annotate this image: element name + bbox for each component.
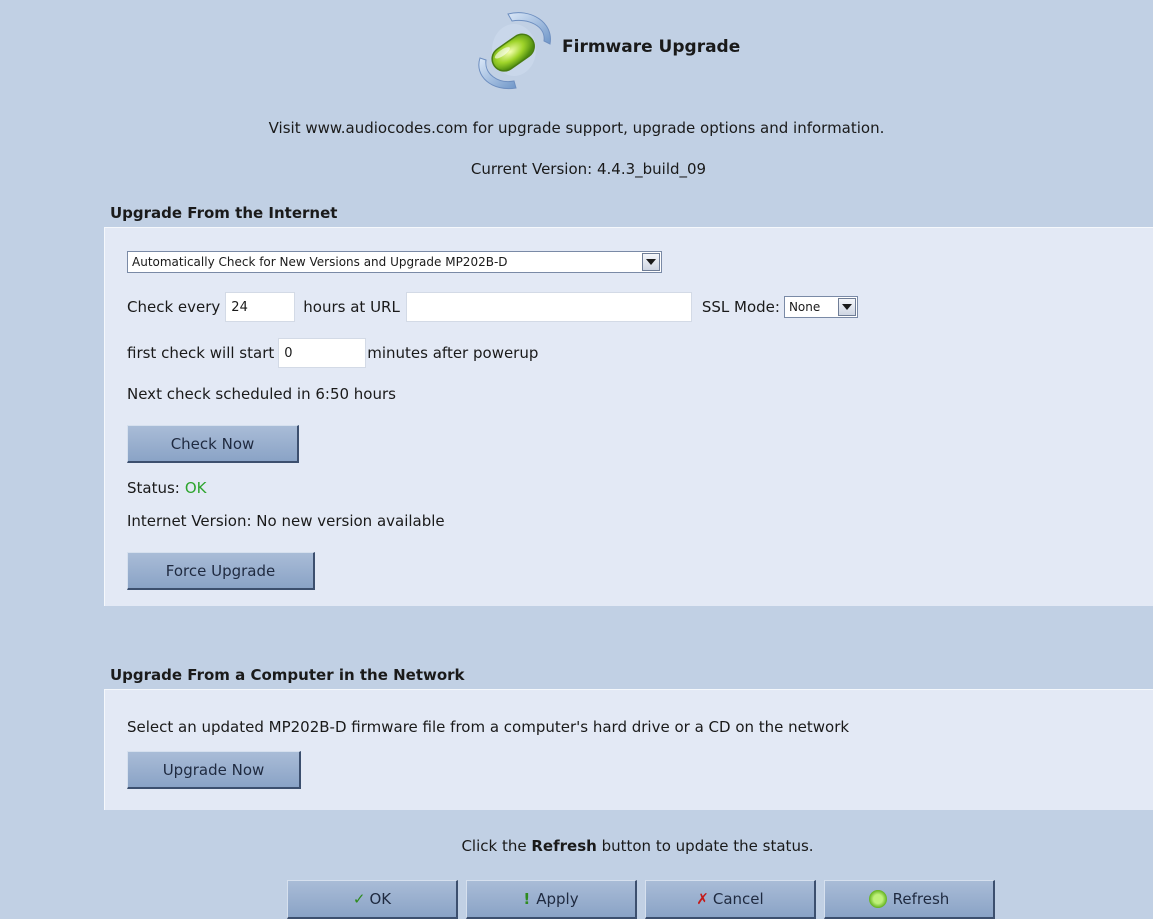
internet-upgrade-panel: Automatically Check for New Versions and…: [104, 227, 1153, 606]
first-check-label: first check will start: [127, 344, 275, 362]
ssl-mode-label: SSL Mode:: [701, 298, 780, 316]
refresh-hint: Click the Refresh button to update the s…: [61, 837, 1153, 855]
chevron-down-icon[interactable]: [642, 253, 660, 271]
firmware-upgrade-icon: [468, 8, 560, 92]
upgrade-mode-value: Automatically Check for New Versions and…: [132, 255, 508, 269]
check-now-button[interactable]: Check Now: [127, 425, 299, 463]
refresh-hint-suffix: button to update the status.: [601, 837, 814, 855]
current-version: Current Version: 4.4.3_build_09: [470, 160, 707, 178]
refresh-label: Refresh: [892, 890, 950, 908]
network-description: Select an updated MP202B-D firmware file…: [127, 718, 850, 736]
first-check-input[interactable]: 0: [278, 338, 367, 368]
status-label: Status:: [127, 479, 180, 497]
ok-label: OK: [369, 890, 392, 908]
url-input[interactable]: [405, 292, 692, 322]
section-title-internet: Upgrade From the Internet: [110, 204, 338, 222]
refresh-button[interactable]: Refresh: [824, 880, 995, 919]
chevron-down-icon[interactable]: [837, 298, 856, 316]
page-header: Firmware Upgrade: [468, 8, 740, 92]
ssl-mode-select[interactable]: None: [783, 296, 858, 318]
cancel-label: Cancel: [712, 890, 764, 908]
cancel-button[interactable]: ✗ Cancel: [645, 880, 816, 919]
upgrade-mode-select[interactable]: Automatically Check for New Versions and…: [127, 251, 662, 273]
exclamation-icon: !: [523, 890, 531, 908]
page-title: Firmware Upgrade: [562, 37, 741, 57]
apply-label: Apply: [536, 890, 579, 908]
section-title-network: Upgrade From a Computer in the Network: [110, 666, 465, 684]
status-badge: OK: [184, 479, 207, 497]
next-check-text: Next check scheduled in 6:50 hours: [127, 385, 396, 403]
refresh-icon: [868, 890, 887, 908]
refresh-hint-bold: Refresh: [531, 837, 597, 855]
checkmark-icon: ✓: [352, 890, 366, 908]
check-every-label: Check every: [127, 298, 221, 316]
internet-version-text: Internet Version: No new version availab…: [127, 512, 445, 530]
check-every-input[interactable]: 24: [225, 292, 296, 322]
ssl-mode-value: None: [788, 300, 821, 314]
ok-button[interactable]: ✓ OK: [287, 880, 458, 919]
network-upgrade-panel: Select an updated MP202B-D firmware file…: [104, 689, 1153, 810]
minutes-after-powerup-label: minutes after powerup: [367, 344, 539, 362]
refresh-hint-prefix: Click the: [461, 837, 527, 855]
support-text: Visit www.audiocodes.com for upgrade sup…: [268, 119, 885, 137]
force-upgrade-button[interactable]: Force Upgrade: [127, 552, 315, 590]
upgrade-now-button[interactable]: Upgrade Now: [127, 751, 301, 789]
apply-button[interactable]: ! Apply: [466, 880, 637, 919]
hours-at-url-label: hours at URL: [303, 298, 400, 316]
x-icon: ✗: [696, 890, 709, 908]
